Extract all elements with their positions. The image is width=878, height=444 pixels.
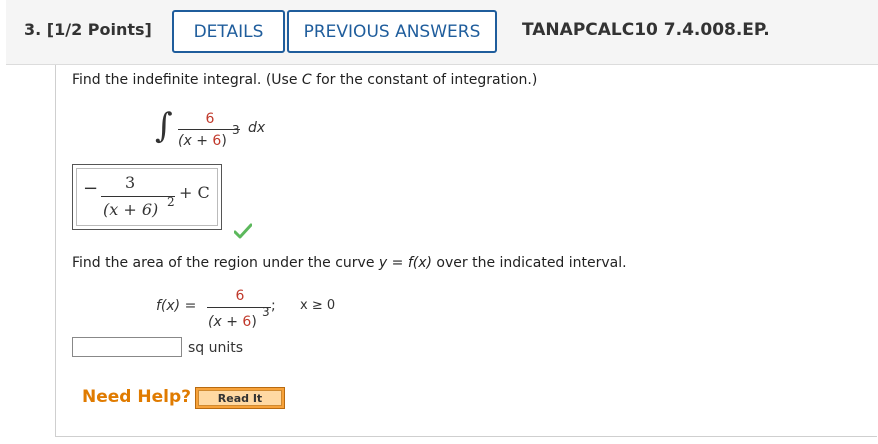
question-number: 3. [1/2 Points]: [24, 20, 152, 39]
integrand-denom-number: 6: [212, 133, 222, 149]
area-units-label: sq units: [188, 340, 244, 356]
part1-prompt-text-b: for the constant of integration.): [311, 72, 538, 88]
answer-sign: −: [83, 178, 99, 199]
part1-prompt: Find the indefinite integral. (Use C for…: [72, 72, 537, 88]
integrand-denominator: (x + 6): [178, 133, 227, 149]
read-it-button[interactable]: Read It: [195, 387, 285, 409]
part1-prompt-var: C: [301, 72, 312, 88]
part1-answer-box[interactable]: − 3 (x + 6) 2 + C: [72, 164, 222, 230]
answer-constant: + C: [179, 183, 210, 202]
part2-prompt-text-a: Find the area of the region under the cu…: [72, 255, 379, 271]
question-header: 3. [1/2 Points] DETAILS PREVIOUS ANSWERS…: [6, 0, 878, 65]
previous-answers-button-label: PREVIOUS ANSWERS: [303, 21, 481, 42]
function-denom-open: (x +: [208, 314, 243, 330]
need-help-label: Need Help?: [82, 387, 191, 407]
function-denom-close: ): [251, 314, 257, 330]
function-denominator: (x + 6): [208, 314, 257, 330]
answer-fraction-bar: [101, 196, 175, 197]
function-exponent: 3: [262, 305, 270, 319]
function-label-text: f(x) =: [156, 298, 197, 314]
integrand-exponent: 3: [232, 123, 240, 137]
function-separator: ;: [271, 298, 276, 314]
read-it-button-label: Read It: [217, 391, 263, 405]
correct-check-icon: [234, 223, 252, 239]
question-index: 3.: [24, 20, 42, 39]
function-denom-number: 6: [242, 314, 252, 330]
integral-sign: ∫: [155, 106, 173, 146]
answer-numerator: 3: [125, 173, 136, 192]
function-label: f(x) =: [156, 298, 196, 314]
integrand-denom-close: ): [221, 133, 227, 149]
integrand-differential: dx: [248, 120, 266, 136]
part2-prompt-eq: =: [387, 255, 408, 271]
problem-code: TANAPCALC10 7.4.008.EP.: [522, 20, 770, 40]
answer-exponent: 2: [167, 195, 175, 209]
question-panel: [55, 65, 877, 437]
integrand-fraction-bar: [178, 129, 240, 130]
part2-prompt-text-b: over the indicated interval.: [431, 255, 627, 271]
integrand-numerator: 6: [205, 111, 215, 127]
details-button[interactable]: DETAILS: [172, 10, 285, 53]
integrand-denom-open: (x +: [178, 133, 213, 149]
function-numerator: 6: [235, 288, 245, 304]
part2-prompt-y: y: [378, 255, 388, 271]
part2-prompt-fx: f(x): [407, 255, 432, 271]
question-points: [1/2 Points]: [46, 20, 152, 39]
function-interval: x ≥ 0: [300, 298, 336, 313]
read-it-button-face: Read It: [198, 390, 282, 406]
details-button-label: DETAILS: [193, 21, 264, 42]
answer-denominator: (x + 6): [103, 200, 159, 219]
previous-answers-button[interactable]: PREVIOUS ANSWERS: [287, 10, 497, 53]
part1-prompt-text-a: Find the indefinite integral. (Use: [72, 72, 302, 88]
area-answer-input[interactable]: [72, 337, 182, 357]
part2-prompt: Find the area of the region under the cu…: [72, 255, 627, 271]
